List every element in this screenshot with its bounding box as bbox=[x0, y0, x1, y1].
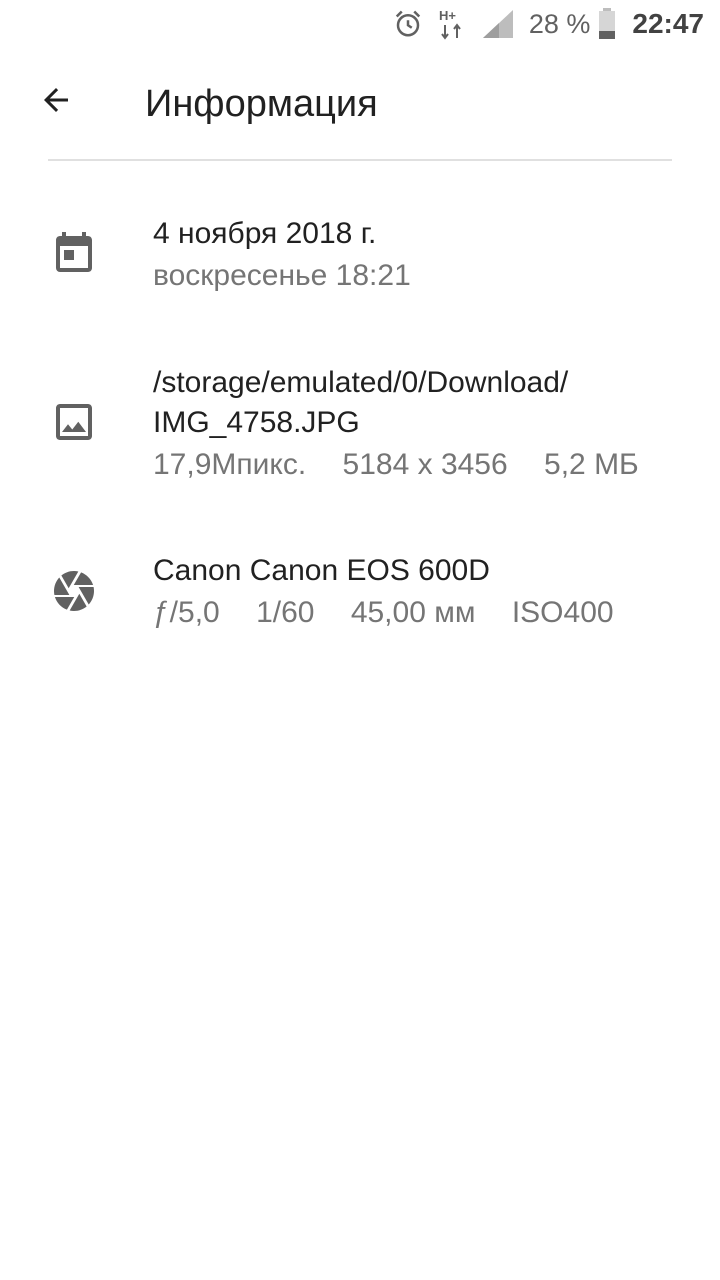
mobile-data-icon: H+ bbox=[437, 7, 467, 41]
battery-icon bbox=[598, 8, 616, 40]
date-info-row: 4 ноября 2018 г. воскресенье 18:21 bbox=[0, 214, 720, 304]
camera-info-row: Canon Canon EOS 600D ƒ/5,0 1/60 45,00 мм… bbox=[0, 551, 720, 641]
clock-time: 22:47 bbox=[632, 8, 704, 39]
date-text: 4 ноября 2018 г. bbox=[153, 217, 377, 250]
app-bar: Информация bbox=[0, 48, 720, 160]
battery-percent: 28 % bbox=[528, 8, 591, 39]
file-path-text: /storage/emulated/0/Download/ bbox=[153, 366, 569, 399]
cell-signal-icon bbox=[481, 8, 515, 40]
camera-model-text: Canon Canon EOS 600D bbox=[153, 554, 490, 587]
focal-length-value: 45,00 мм bbox=[350, 596, 476, 629]
weekday-time-text: воскресенье 18:21 bbox=[153, 259, 411, 292]
camera-aperture-icon bbox=[50, 567, 98, 615]
shutter-speed-value: 1/60 bbox=[256, 596, 315, 629]
exposure-meta: ƒ/5,0 1/60 45,00 мм ISO400 bbox=[153, 593, 672, 633]
network-type-label: H+ bbox=[439, 8, 456, 23]
file-size-value: 5,2 МБ bbox=[544, 448, 639, 481]
image-icon bbox=[50, 398, 98, 446]
date-info-text: 4 ноября 2018 г. воскресенье 18:21 bbox=[153, 214, 672, 296]
arrow-back-icon bbox=[38, 82, 74, 123]
calendar-icon bbox=[50, 228, 98, 276]
status-bar: H+ 28 % 22:47 bbox=[0, 0, 720, 48]
megapixels-value: 17,9Мпикс. bbox=[153, 448, 307, 481]
back-button[interactable] bbox=[28, 74, 84, 130]
page-title: Информация bbox=[145, 83, 378, 125]
header-divider bbox=[48, 159, 672, 161]
file-info-row: /storage/emulated/0/Download/ IMG_4758.J… bbox=[0, 363, 720, 493]
iso-value: ISO400 bbox=[511, 596, 614, 629]
file-name-text: IMG_4758.JPG bbox=[153, 406, 360, 439]
alarm-clock-icon bbox=[393, 9, 423, 39]
file-meta: 17,9Мпикс. 5184 x 3456 5,2 МБ bbox=[153, 445, 672, 485]
camera-info-text: Canon Canon EOS 600D ƒ/5,0 1/60 45,00 мм… bbox=[153, 551, 672, 633]
file-info-text: /storage/emulated/0/Download/ IMG_4758.J… bbox=[153, 363, 672, 485]
resolution-value: 5184 x 3456 bbox=[342, 448, 508, 481]
aperture-value: ƒ/5,0 bbox=[153, 596, 220, 629]
